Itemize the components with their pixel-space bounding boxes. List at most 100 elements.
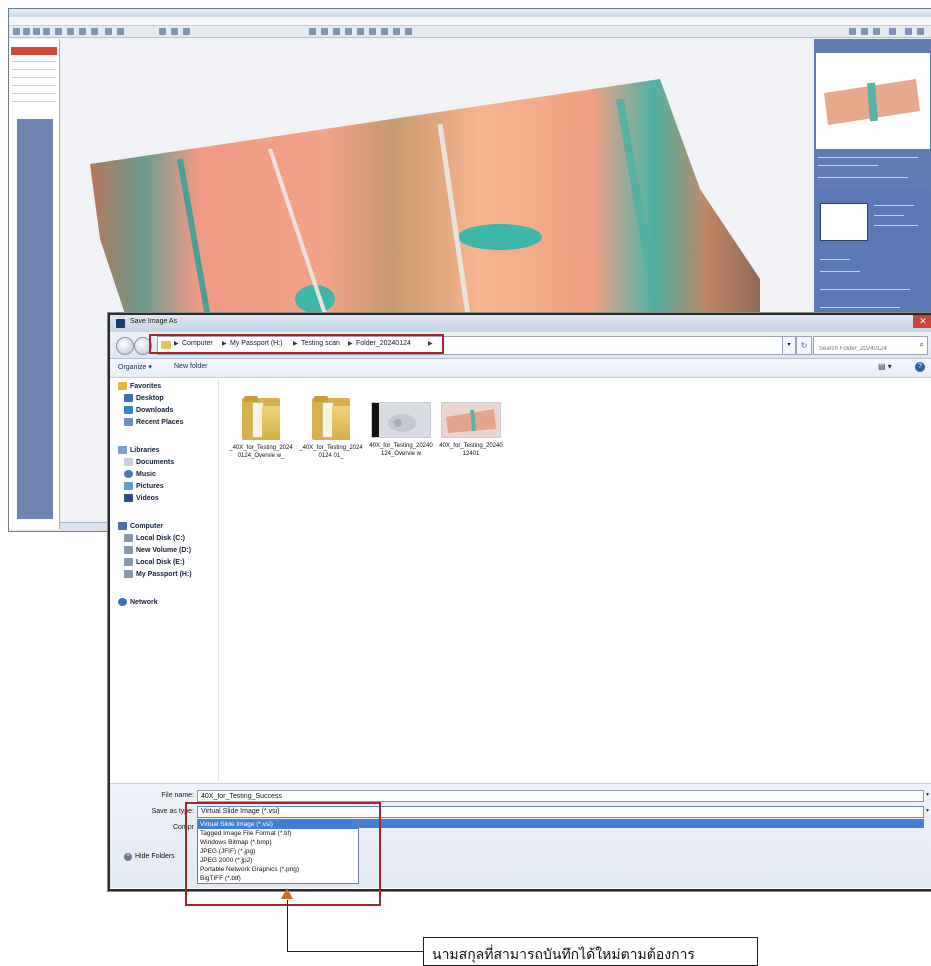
toolbar-icon[interactable] bbox=[405, 28, 412, 35]
type-option-jp2[interactable]: JPEG 2000 (*.jp2) bbox=[198, 856, 358, 865]
toolbar-icon[interactable] bbox=[889, 28, 896, 35]
nav-recent-places-label: Recent Places bbox=[136, 418, 184, 426]
nav-documents[interactable]: Documents bbox=[124, 458, 174, 470]
toolbar-icon[interactable] bbox=[33, 28, 40, 35]
folder-item[interactable]: _40X_for_Testing_20240124_Overvie w_ bbox=[228, 396, 294, 460]
type-option-png[interactable]: Portable Network Graphics (*.png) bbox=[198, 865, 358, 874]
savetype-label: Save as type: bbox=[151, 808, 194, 815]
filename-dropdown-icon[interactable]: ▾ bbox=[926, 791, 929, 798]
nav-desktop[interactable]: Desktop bbox=[124, 394, 164, 406]
type-option-jpg[interactable]: JPEG (JFIF) (*.jpg) bbox=[198, 847, 358, 856]
toolbar-icon[interactable] bbox=[345, 28, 352, 35]
highlighted-panel-header[interactable] bbox=[11, 47, 57, 55]
toolbar-icon[interactable] bbox=[309, 28, 316, 35]
toolbar-icon[interactable] bbox=[159, 28, 166, 35]
toolbar-icon[interactable] bbox=[905, 28, 912, 35]
type-option-btf[interactable]: BigTIFF (*.btf) bbox=[198, 874, 358, 883]
recent-places-icon bbox=[124, 418, 133, 426]
type-option-bmp[interactable]: Windows Bitmap (*.bmp) bbox=[198, 838, 358, 847]
toolbar-icon[interactable] bbox=[105, 28, 112, 35]
callout-connector bbox=[287, 900, 288, 952]
toolbar-icon[interactable] bbox=[171, 28, 178, 35]
file-list-area[interactable]: _40X_for_Testing_20240124_Overvie w_ _40… bbox=[220, 378, 929, 782]
nav-recent-places[interactable]: Recent Places bbox=[124, 418, 183, 430]
nav-downloads[interactable]: Downloads bbox=[124, 406, 173, 418]
toolbar-icon[interactable] bbox=[55, 28, 62, 35]
filename-input[interactable] bbox=[197, 790, 924, 802]
hide-folders-button[interactable]: ^ Hide Folders bbox=[124, 853, 175, 861]
toolbar-icon[interactable] bbox=[357, 28, 364, 35]
nav-libraries[interactable]: Libraries bbox=[118, 446, 160, 458]
nav-new-volume-d-label: New Volume (D:) bbox=[136, 546, 192, 554]
nav-local-disk-e[interactable]: Local Disk (E:) bbox=[124, 558, 185, 570]
nav-local-disk-e-label: Local Disk (E:) bbox=[136, 558, 185, 566]
search-box[interactable]: ⌕ bbox=[813, 336, 928, 355]
folder-item[interactable]: _40X_for_Testing_20240124 01_ bbox=[298, 396, 364, 460]
videos-icon bbox=[124, 494, 133, 502]
image-thumbnail bbox=[371, 402, 431, 438]
star-icon bbox=[118, 382, 127, 390]
nav-my-passport-h[interactable]: My Passport (H:) bbox=[124, 570, 192, 582]
nav-favorites[interactable]: Favorites bbox=[118, 382, 161, 394]
toolbar-icon[interactable] bbox=[67, 28, 74, 35]
savetype-dropdown-icon[interactable]: ▾ bbox=[926, 807, 929, 814]
organize-button[interactable]: Organize ▾ bbox=[118, 363, 152, 371]
view-options-icon[interactable]: ▤ ▾ bbox=[878, 362, 892, 371]
file-label: 40X_for_Testing_20240124_Overvie w bbox=[369, 443, 433, 457]
toolbar-icon[interactable] bbox=[13, 28, 20, 35]
back-button[interactable] bbox=[116, 337, 134, 355]
nav-computer[interactable]: Computer bbox=[118, 522, 163, 534]
toolbar-icon[interactable] bbox=[873, 28, 880, 35]
overview-thumbnail[interactable] bbox=[816, 53, 930, 149]
nav-downloads-label: Downloads bbox=[136, 406, 174, 414]
viewer-menubar[interactable]: ▪▪▪▪▪▪▪ bbox=[9, 17, 931, 32]
nav-network[interactable]: Network bbox=[118, 598, 158, 610]
toolbar-icon[interactable] bbox=[43, 28, 50, 35]
nav-music-label: Music bbox=[136, 470, 156, 478]
save-type-options-list[interactable]: Virtual Slide Image (*.vsi) Tagged Image… bbox=[197, 819, 359, 884]
nav-computer-label: Computer bbox=[130, 522, 164, 530]
callout-arrow-icon bbox=[281, 888, 293, 899]
toolbar-icon[interactable] bbox=[91, 28, 98, 35]
drive-icon bbox=[124, 558, 133, 566]
toolbar-icon[interactable] bbox=[321, 28, 328, 35]
new-folder-button[interactable]: New folder bbox=[174, 363, 207, 370]
downloads-icon bbox=[124, 406, 133, 414]
libraries-icon bbox=[118, 446, 127, 454]
save-as-type-select[interactable]: Virtual Slide Image (*.vsi) bbox=[197, 806, 924, 818]
nav-new-volume-d[interactable]: New Volume (D:) bbox=[124, 546, 191, 558]
search-icon[interactable]: ⌕ bbox=[920, 340, 924, 350]
refresh-icon[interactable]: ↻ bbox=[796, 336, 812, 355]
nav-pictures[interactable]: Pictures bbox=[124, 482, 164, 494]
toolbar-icon[interactable] bbox=[79, 28, 86, 35]
toolbar-icon[interactable] bbox=[861, 28, 868, 35]
address-dropdown-icon[interactable]: ▾ bbox=[782, 336, 796, 355]
image-file-item[interactable]: 40X_for_Testing_20240124_Overvie w bbox=[368, 396, 434, 458]
toolbar-icon[interactable] bbox=[183, 28, 190, 35]
nav-music[interactable]: Music bbox=[124, 470, 156, 482]
hide-folders-label: Hide Folders bbox=[135, 853, 175, 860]
close-button[interactable]: ✕ bbox=[913, 315, 931, 328]
toolbar-icon[interactable] bbox=[333, 28, 340, 35]
toolbar-icon[interactable] bbox=[393, 28, 400, 35]
nav-videos[interactable]: Videos bbox=[124, 494, 159, 506]
nav-documents-label: Documents bbox=[136, 458, 175, 466]
toolbar-icon[interactable] bbox=[117, 28, 124, 35]
chevron-up-icon: ^ bbox=[124, 853, 132, 861]
toolbar-icon[interactable] bbox=[369, 28, 376, 35]
toolbar-icon[interactable] bbox=[381, 28, 388, 35]
toolbar-icon[interactable] bbox=[849, 28, 856, 35]
type-option-tif[interactable]: Tagged Image File Format (*.tif) bbox=[198, 829, 358, 838]
nav-local-disk-c[interactable]: Local Disk (C:) bbox=[124, 534, 185, 546]
viewer-left-panel bbox=[9, 39, 60, 529]
toolbar-icon[interactable] bbox=[917, 28, 924, 35]
search-input[interactable] bbox=[817, 345, 917, 353]
image-file-item[interactable]: 40X_for_Testing_2024012401 bbox=[438, 396, 504, 458]
nav-libraries-label: Libraries bbox=[130, 446, 160, 454]
file-label: _40X_for_Testing_20240124_Overvie w_ bbox=[229, 445, 293, 459]
type-option-vsi[interactable]: Virtual Slide Image (*.vsi) bbox=[198, 820, 358, 829]
viewer-toolbar[interactable] bbox=[9, 26, 931, 38]
help-icon[interactable]: ? bbox=[915, 362, 925, 372]
folder-icon bbox=[312, 396, 350, 440]
toolbar-icon[interactable] bbox=[23, 28, 30, 35]
